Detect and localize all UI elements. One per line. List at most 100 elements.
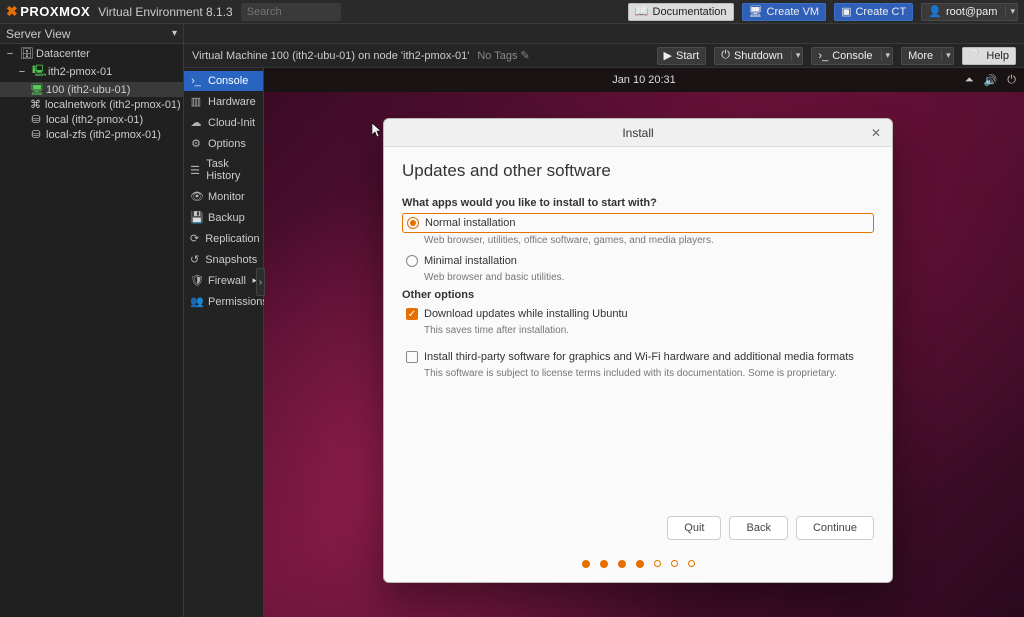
history-icon: ↺ <box>190 253 199 266</box>
dot-icon <box>618 560 626 568</box>
continue-button[interactable]: Continue <box>796 516 874 540</box>
checkbox-icon <box>406 351 418 363</box>
chip-icon: ▥ <box>190 95 202 108</box>
tab-snapshots[interactable]: ↺Snapshots <box>184 249 263 270</box>
node-icon: 🖳 <box>32 62 44 81</box>
network-icon: ⌘ <box>30 98 41 111</box>
third-party-checkbox[interactable]: Install third-party software for graphic… <box>402 348 874 366</box>
tab-backup[interactable]: 💾Backup <box>184 207 263 228</box>
shutdown-button[interactable]: ⏻Shutdown▾ <box>714 47 803 65</box>
power-icon[interactable]: ⏻ <box>1007 74 1016 87</box>
volume-icon[interactable]: 🔊 <box>984 74 998 87</box>
vm-side-nav: 🗎Summary ›_Console ▥Hardware ☁Cloud-Init… <box>184 44 264 617</box>
tab-task-history[interactable]: ☰Task History <box>184 154 263 186</box>
disk-icon: ⛁ <box>30 113 42 126</box>
user-icon: 👤 <box>928 5 942 18</box>
global-search-input[interactable] <box>241 3 341 21</box>
normal-install-radio[interactable]: Normal installation <box>402 213 874 233</box>
installer-window-title: Install <box>622 126 653 140</box>
create-vm-button[interactable]: 🖥 Create VM <box>742 3 827 21</box>
tab-hardware[interactable]: ▥Hardware <box>184 91 263 112</box>
no-tags-label[interactable]: No Tags ✎ <box>477 49 529 62</box>
tree-localnetwork[interactable]: ⌘localnetwork (ith2-pmox-01) <box>0 97 183 112</box>
minimal-install-desc: Web browser and basic utilities. <box>402 270 874 289</box>
vm-title: Virtual Machine 100 (ith2-ubu-01) on nod… <box>192 50 469 62</box>
chevron-down-icon: ▾ <box>791 50 801 61</box>
tab-monitor[interactable]: 👁Monitor <box>184 186 263 207</box>
checkbox-icon: ✓ <box>406 308 418 320</box>
tree-datacenter[interactable]: −🗄Datacenter <box>0 46 183 61</box>
installer-heading: Updates and other software <box>402 161 874 181</box>
ubuntu-installer-window: Install ✕ Updates and other software Wha… <box>383 118 893 583</box>
eye-icon: 👁 <box>190 190 202 203</box>
guest-topbar: Jan 10 20:31 ⏶ 🔊 ⏻ <box>264 68 1024 92</box>
tree-node[interactable]: −🖳ith2-pmox-01 <box>0 61 183 82</box>
save-icon: 💾 <box>190 211 202 224</box>
tab-replication[interactable]: ⟳Replication <box>184 228 263 249</box>
close-button[interactable]: ✕ <box>868 125 884 141</box>
sync-icon: ⟳ <box>190 232 199 245</box>
secondary-bar: Server View ▾ <box>0 24 1024 44</box>
tree-vm-100[interactable]: 🖥100 (ith2-ubu-01) <box>0 82 183 97</box>
help-icon: ❔ <box>969 49 983 62</box>
book-icon: 📖 <box>635 5 649 18</box>
cube-icon: ▣ <box>841 5 851 18</box>
radio-icon <box>407 217 419 229</box>
disk-icon: ⛁ <box>30 128 42 141</box>
tab-console[interactable]: ›_Console <box>184 71 263 91</box>
dot-icon <box>688 560 695 567</box>
resource-tree: −🗄Datacenter −🖳ith2-pmox-01 🖥100 (ith2-u… <box>0 44 184 617</box>
progress-dots <box>384 554 892 582</box>
tab-options[interactable]: ⚙Options <box>184 133 263 154</box>
start-button[interactable]: ▶Start <box>657 47 707 65</box>
quit-button[interactable]: Quit <box>667 516 721 540</box>
tab-cloud-init[interactable]: ☁Cloud-Init <box>184 112 263 133</box>
main-panel: Virtual Machine 100 (ith2-ubu-01) on nod… <box>264 44 1024 617</box>
users-icon: 👥 <box>190 295 202 308</box>
more-button[interactable]: More▾ <box>901 47 954 65</box>
tree-local-storage[interactable]: ⛁local (ith2-pmox-01) <box>0 112 183 127</box>
other-options-header: Other options <box>402 289 874 301</box>
chevron-down-icon: ▾ <box>1005 6 1015 17</box>
minus-icon: − <box>4 48 16 60</box>
user-menu-button[interactable]: 👤 root@pam ▾ <box>921 3 1018 21</box>
guest-clock: Jan 10 20:31 <box>612 74 676 86</box>
minus-icon: − <box>16 66 28 78</box>
download-updates-checkbox[interactable]: ✓ Download updates while installing Ubun… <box>402 305 874 323</box>
terminal-icon: ›_ <box>818 50 828 62</box>
brand-x-icon: ✖ <box>6 3 18 20</box>
third-party-desc: This software is subject to license term… <box>402 366 874 385</box>
power-icon: ⏻ <box>721 49 730 62</box>
tab-firewall[interactable]: 🛡Firewall▸ <box>184 270 263 291</box>
tree-local-zfs-storage[interactable]: ⛁local-zfs (ith2-pmox-01) <box>0 127 183 142</box>
create-ct-button[interactable]: ▣ Create CT <box>834 3 913 21</box>
vm-icon: 🖥 <box>30 83 42 96</box>
proxmox-topbar: ✖ PROXMOX Virtual Environment 8.1.3 📖 Do… <box>0 0 1024 24</box>
dot-icon <box>671 560 678 567</box>
minimal-install-radio[interactable]: Minimal installation <box>402 252 874 270</box>
list-icon: ☰ <box>190 164 200 177</box>
server-icon: 🗄 <box>20 47 32 60</box>
novnc-side-handle[interactable]: › <box>256 268 265 296</box>
apps-question: What apps would you like to install to s… <box>402 197 874 209</box>
server-view-selector[interactable]: Server View ▾ <box>0 24 184 43</box>
installer-titlebar[interactable]: Install ✕ <box>384 119 892 147</box>
normal-install-desc: Web browser, utilities, office software,… <box>402 233 874 252</box>
pencil-icon: ✎ <box>521 50 530 62</box>
ve-subtitle: Virtual Environment 8.1.3 <box>98 5 233 19</box>
download-updates-desc: This saves time after installation. <box>402 323 874 342</box>
console-button[interactable]: ›_Console▾ <box>811 47 893 65</box>
dot-icon <box>654 560 661 567</box>
back-button[interactable]: Back <box>729 516 787 540</box>
chevron-down-icon: ▾ <box>172 28 177 39</box>
documentation-button[interactable]: 📖 Documentation <box>628 3 734 21</box>
shield-icon: 🛡 <box>190 274 202 287</box>
radio-icon <box>406 255 418 267</box>
terminal-icon: ›_ <box>190 75 202 87</box>
gear-icon: ⚙ <box>190 137 202 150</box>
guest-console[interactable]: › Jan 10 20:31 ⏶ 🔊 ⏻ Install ✕ Updates a… <box>264 68 1024 617</box>
tab-permissions[interactable]: 👥Permissions <box>184 291 263 312</box>
help-button[interactable]: ❔Help <box>962 47 1016 65</box>
brand-name: PROXMOX <box>20 4 90 19</box>
network-icon[interactable]: ⏶ <box>965 74 974 87</box>
